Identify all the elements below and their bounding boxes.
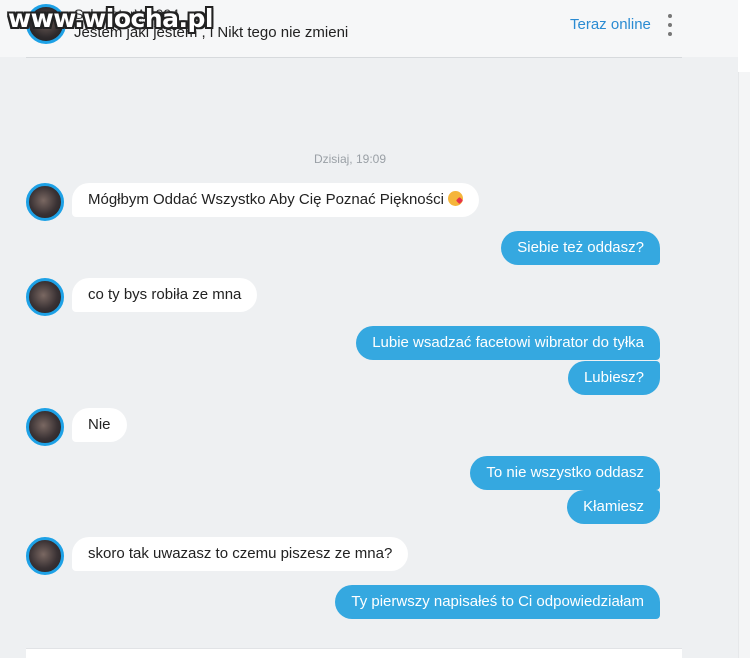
kiss-emoji-icon xyxy=(447,191,463,206)
more-vertical-icon[interactable] xyxy=(662,12,678,38)
outgoing-message: Lubiesz? xyxy=(567,361,660,395)
outgoing-message: To nie wszystko oddasz xyxy=(470,456,660,490)
incoming-message: Nie xyxy=(72,408,127,442)
incoming-message: co ty bys robiła ze mna xyxy=(72,278,258,312)
sender-avatar[interactable] xyxy=(26,537,64,575)
incoming-message: skoro tak uwazasz to czemu piszesz ze mn… xyxy=(72,537,409,571)
outgoing-message: Ty pierwszy napisałeś to Ci odpowiedział… xyxy=(335,585,660,619)
outgoing-message: Lubie wsadzać facetowi wibrator do tyłka xyxy=(356,326,660,360)
header-divider xyxy=(26,57,682,58)
date-separator: Dzisiaj, 19:09 xyxy=(313,152,387,166)
right-edge xyxy=(738,0,750,658)
watermark-logo: www.wiocha.pl xyxy=(8,4,213,33)
online-status: Teraz online xyxy=(570,16,651,33)
outgoing-message: Kłamiesz xyxy=(567,490,660,524)
outgoing-message: Siebie też oddasz? xyxy=(501,231,660,265)
message-composer[interactable] xyxy=(26,648,682,658)
sender-avatar[interactable] xyxy=(26,408,64,446)
incoming-message: Mógłbym Oddać Wszystko Aby Cię Poznać Pi… xyxy=(72,183,479,217)
sender-avatar[interactable] xyxy=(26,278,64,316)
chat-panel: SylwesterW1994 Jestem jaki jestem , i Ni… xyxy=(0,0,738,658)
sender-avatar[interactable] xyxy=(26,183,64,221)
message-text: Mógłbym Oddać Wszystko Aby Cię Poznać Pi… xyxy=(88,191,444,208)
